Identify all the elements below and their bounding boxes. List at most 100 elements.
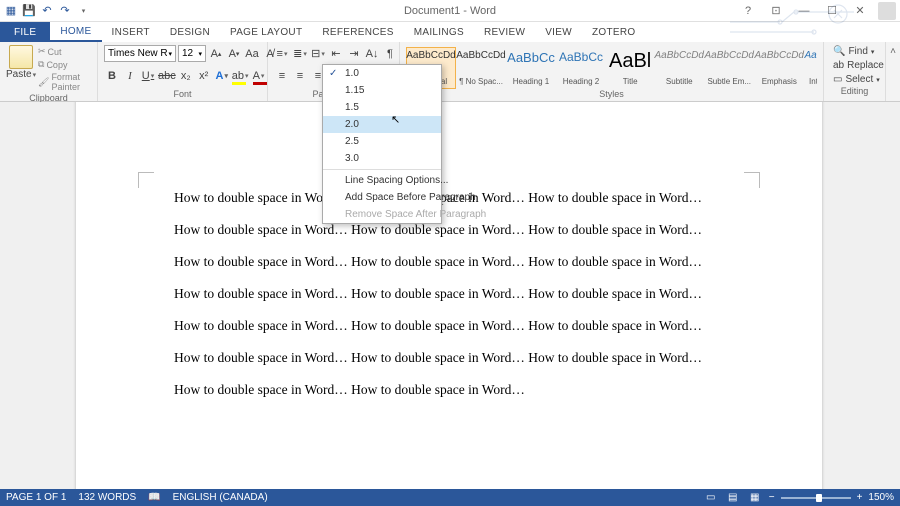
undo-icon[interactable]: ↶ <box>40 4 54 18</box>
group-styles: AaBbCcDd¶ NormalAaBbCcDd¶ No Spac...AaBb… <box>400 42 824 101</box>
style-subtitle[interactable]: AaBbCcDdSubtitle <box>654 47 704 89</box>
proofing-icon[interactable]: 📖 <box>148 492 160 503</box>
italic-button[interactable]: I <box>122 67 138 84</box>
maximize-button[interactable]: ☐ <box>822 4 842 17</box>
group-label-styles: Styles <box>406 89 817 101</box>
style-title[interactable]: AaBlTitle <box>606 47 654 89</box>
style---no-spac---[interactable]: AaBbCcDd¶ No Spac... <box>456 47 506 89</box>
line-spacing-2-5[interactable]: 2.5 <box>323 133 441 150</box>
replace-button[interactable]: abReplace <box>830 59 879 72</box>
cut-button[interactable]: ✂Cut <box>38 45 91 58</box>
read-mode-button[interactable]: ▭ <box>703 492 719 504</box>
decrease-indent-button[interactable]: ⇤ <box>328 45 344 62</box>
superscript-button[interactable]: x² <box>196 67 212 84</box>
tab-home[interactable]: HOME <box>50 22 101 42</box>
line-spacing-menu: 1.01.151.52.02.53.0 Line Spacing Options.… <box>322 64 442 224</box>
find-button[interactable]: 🔍Find▾ <box>830 45 879 58</box>
web-layout-button[interactable]: ▦ <box>747 492 763 504</box>
align-center-button[interactable]: ≡ <box>292 67 308 84</box>
highlight-button[interactable]: ab <box>232 67 249 84</box>
collapse-ribbon-button[interactable]: ˄ <box>886 42 900 101</box>
paste-button[interactable]: Paste <box>6 45 36 80</box>
grow-font-button[interactable]: A▴ <box>208 45 224 62</box>
line-spacing-3-0[interactable]: 3.0 <box>323 150 441 167</box>
text-effects-button[interactable]: A <box>214 67 230 84</box>
line-spacing-1-5[interactable]: 1.5 <box>323 99 441 116</box>
line-spacing-1-0[interactable]: 1.0 <box>323 65 441 82</box>
copy-button[interactable]: ⧉Copy <box>38 58 91 71</box>
print-layout-button[interactable]: ▤ <box>725 492 741 504</box>
group-font: Times New R▾ 12▾ A▴ A▾ Aa A̸ B I U abc x… <box>98 42 268 101</box>
zoom-level[interactable]: 150% <box>868 492 894 503</box>
style-intense-e---[interactable]: AaBbCcDdIntense E... <box>804 47 817 89</box>
zoom-in-button[interactable]: + <box>857 492 863 503</box>
copy-icon: ⧉ <box>38 59 44 70</box>
add-space-before[interactable]: Add Space Before Paragraph <box>323 189 441 206</box>
redo-icon[interactable]: ↷ <box>58 4 72 18</box>
group-clipboard: Paste ✂Cut ⧉Copy 🖌Format Painter Clipboa… <box>0 42 98 101</box>
qat-customize[interactable] <box>76 4 90 18</box>
save-icon[interactable]: 💾 <box>22 4 36 18</box>
tab-review[interactable]: REVIEW <box>474 22 535 42</box>
style-subtle-em---[interactable]: AaBbCcDdSubtle Em... <box>704 47 754 89</box>
subscript-button[interactable]: x₂ <box>178 67 194 84</box>
line-spacing-2-0[interactable]: 2.0 <box>323 116 441 133</box>
tab-mailings[interactable]: MAILINGS <box>404 22 474 42</box>
close-button[interactable]: ✕ <box>850 4 870 17</box>
tab-insert[interactable]: INSERT <box>102 22 160 42</box>
bold-button[interactable]: B <box>104 67 120 84</box>
line-spacing-1-15[interactable]: 1.15 <box>323 82 441 99</box>
word-app-icon: ▦ <box>4 4 18 18</box>
font-size-combo[interactable]: 12▾ <box>178 45 206 62</box>
zoom-slider[interactable] <box>781 497 851 499</box>
font-color-button[interactable]: A <box>251 67 267 84</box>
zoom-out-button[interactable]: − <box>769 492 775 503</box>
bullets-button[interactable]: ≡ <box>274 45 290 62</box>
numbering-button[interactable]: ≣ <box>292 45 308 62</box>
strikethrough-button[interactable]: abc <box>158 67 176 84</box>
document-area: How to double space in Word… How to doub… <box>0 102 900 489</box>
line-spacing-options[interactable]: Line Spacing Options... <box>323 172 441 189</box>
group-label-editing: Editing <box>830 86 879 98</box>
language-status[interactable]: ENGLISH (CANADA) <box>173 492 268 503</box>
minimize-button[interactable]: — <box>794 5 814 17</box>
style-heading-1[interactable]: AaBbCcHeading 1 <box>506 47 556 89</box>
tab-zotero[interactable]: ZOTERO <box>582 22 645 42</box>
multilevel-button[interactable]: ⊟ <box>310 45 326 62</box>
tab-page-layout[interactable]: PAGE LAYOUT <box>220 22 312 42</box>
show-marks-button[interactable]: ¶ <box>382 45 398 62</box>
ribbon-tabs: FILE HOME INSERT DESIGN PAGE LAYOUT REFE… <box>0 22 900 42</box>
status-bar: PAGE 1 OF 1 132 WORDS 📖 ENGLISH (CANADA)… <box>0 489 900 506</box>
style-heading-2[interactable]: AaBbCcHeading 2 <box>556 47 606 89</box>
window-title: Document1 - Word <box>404 5 496 17</box>
format-painter-button[interactable]: 🖌Format Painter <box>38 71 91 93</box>
styles-gallery[interactable]: AaBbCcDd¶ NormalAaBbCcDd¶ No Spac...AaBb… <box>406 45 817 89</box>
increase-indent-button[interactable]: ⇥ <box>346 45 362 62</box>
format-painter-icon: 🖌 <box>38 77 49 88</box>
page-count[interactable]: PAGE 1 OF 1 <box>6 492 66 503</box>
ribbon: Paste ✂Cut ⧉Copy 🖌Format Painter Clipboa… <box>0 42 900 102</box>
find-icon: 🔍 <box>833 46 845 57</box>
margin-mark <box>138 172 154 188</box>
change-case-button[interactable]: Aa <box>244 45 260 62</box>
style-emphasis[interactable]: AaBbCcDdEmphasis <box>754 47 804 89</box>
tab-view[interactable]: VIEW <box>535 22 582 42</box>
font-name-combo[interactable]: Times New R▾ <box>104 45 176 62</box>
user-avatar[interactable] <box>878 2 896 20</box>
select-button[interactable]: ▭Select▾ <box>830 73 879 86</box>
select-icon: ▭ <box>833 74 842 85</box>
help-button[interactable]: ? <box>738 5 758 17</box>
paste-label: Paste <box>6 69 36 80</box>
align-left-button[interactable]: ≡ <box>274 67 290 84</box>
group-editing: 🔍Find▾ abReplace ▭Select▾ Editing <box>824 42 886 101</box>
tab-references[interactable]: REFERENCES <box>312 22 403 42</box>
ribbon-display-button[interactable]: ⊡ <box>766 4 786 17</box>
tab-design[interactable]: DESIGN <box>160 22 220 42</box>
sort-button[interactable]: A↓ <box>364 45 380 62</box>
cut-icon: ✂ <box>38 46 46 57</box>
tab-file[interactable]: FILE <box>0 22 50 42</box>
word-count[interactable]: 132 WORDS <box>78 492 136 503</box>
shrink-font-button[interactable]: A▾ <box>226 45 242 62</box>
page[interactable]: How to double space in Word… How to doub… <box>76 102 822 489</box>
underline-button[interactable]: U <box>140 67 156 84</box>
